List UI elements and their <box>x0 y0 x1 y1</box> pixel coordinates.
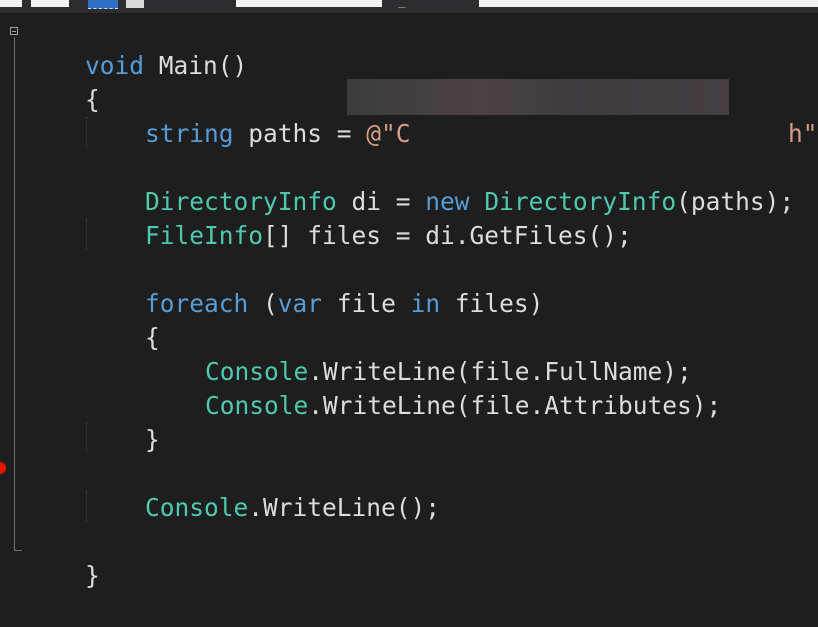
code-line-open-brace[interactable]: { <box>26 49 100 83</box>
keyword-foreach: foreach <box>145 289 248 318</box>
writeline-empty: .WriteLine(); <box>248 493 440 522</box>
paths-assignment: paths = <box>234 119 367 148</box>
keyword-string: string <box>145 119 234 148</box>
code-line-paths-end[interactable]: h"; <box>729 83 818 117</box>
code-editor[interactable]: void Main() { string paths = @"C h"; Dir… <box>0 13 818 565</box>
keyword-in: in <box>411 289 441 318</box>
toolbar-combobox[interactable] <box>31 0 69 7</box>
code-line-writeline-empty[interactable]: Console.WriteLine(); <box>86 457 440 491</box>
code-line-writeline-attributes[interactable]: Console.WriteLine(file.Attributes); <box>146 355 721 389</box>
method-name: Main() <box>144 51 247 80</box>
code-line-loop-open[interactable]: { <box>86 287 160 321</box>
code-line-foreach[interactable]: foreach (var file in files) <box>86 253 543 287</box>
string-literal-start: @"C <box>366 119 410 148</box>
type-console: Console <box>145 493 248 522</box>
variable-file: file <box>322 289 411 318</box>
outline-bar <box>14 37 15 550</box>
writeline-attributes: .WriteLine(file.Attributes); <box>308 391 721 420</box>
top-toolbar: _ <box>0 0 818 13</box>
collapse-toggle-icon[interactable] <box>10 27 18 35</box>
getfiles-call: [] files = di.GetFiles(); <box>263 221 632 250</box>
toolbar-fragment: _ <box>398 0 405 8</box>
code-line-method-signature[interactable]: void Main() <box>26 15 247 49</box>
grid-icon[interactable] <box>126 0 144 8</box>
redacted-path <box>347 79 729 115</box>
type-fileinfo: FileInfo <box>145 221 263 250</box>
breakpoint-icon[interactable] <box>0 462 6 474</box>
code-line-fileinfo[interactable]: FileInfo[] files = di.GetFiles(); <box>86 185 632 219</box>
toolbar-search-box[interactable] <box>236 0 382 7</box>
code-line-directoryinfo[interactable]: DirectoryInfo di = new DirectoryInfo(pat… <box>86 151 794 185</box>
ctor-args: (paths); <box>676 187 794 216</box>
collection-files: files) <box>440 289 543 318</box>
toolbar-dropdown[interactable] <box>0 0 22 7</box>
paren-open: ( <box>248 289 278 318</box>
string-literal-end: h" <box>788 119 818 148</box>
layout-icon[interactable] <box>88 0 118 9</box>
type-console: Console <box>205 391 308 420</box>
toolbar-input[interactable] <box>479 0 818 7</box>
outline-end <box>14 550 22 551</box>
code-line-loop-close[interactable]: } <box>86 389 160 423</box>
code-line-close-brace[interactable]: } <box>26 525 100 559</box>
loop-close-brace: } <box>145 425 160 454</box>
keyword-var: var <box>278 289 322 318</box>
code-line-writeline-fullname[interactable]: Console.WriteLine(file.FullName); <box>146 321 692 355</box>
close-brace: } <box>85 561 100 590</box>
